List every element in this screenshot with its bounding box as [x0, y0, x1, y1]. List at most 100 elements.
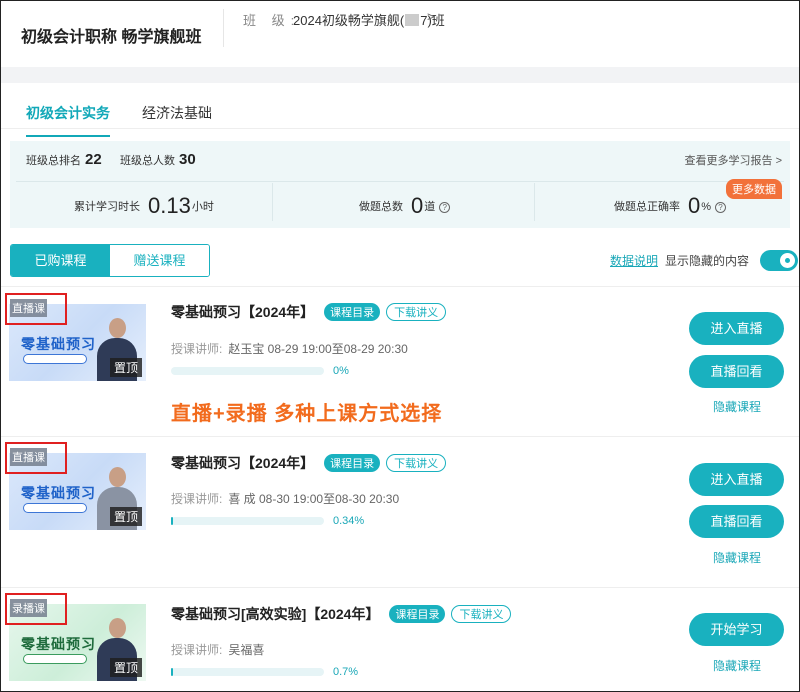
teacher-name: 赵玉宝 08-29 19:00至08-29 20:30	[228, 342, 408, 356]
help-icon[interactable]: ?	[715, 202, 727, 213]
course-title: 零基础预习[高效实验]【2024年】 课程目录 下载讲义	[171, 604, 512, 624]
tab-purchased-courses[interactable]: 已购课程	[11, 245, 110, 276]
study-time-unit: 小时	[191, 201, 214, 213]
progress-bar	[171, 517, 324, 525]
section-gap	[1, 67, 799, 83]
class-total: 班级总人数 30	[120, 151, 196, 168]
hide-course-link[interactable]: 隐藏课程	[713, 549, 761, 566]
header-divider	[223, 9, 224, 47]
class-total-value: 30	[179, 151, 196, 168]
promo-text: 直播+录播 多种上课方式选择	[171, 403, 443, 425]
live-replay-button[interactable]: 直播回看	[689, 505, 784, 538]
tab-accounting-practice[interactable]: 初级会计实务	[26, 103, 110, 137]
course-catalog-button[interactable]: 课程目录	[324, 303, 381, 321]
course-teacher: 授课讲师: 吴福喜	[171, 641, 264, 658]
pin-label: 置顶	[109, 507, 142, 526]
progress-bar	[171, 668, 324, 676]
progress-text: 0.34%	[333, 515, 365, 527]
course-title: 零基础预习【2024年】 课程目录 下载讲义	[171, 302, 447, 322]
teacher-name: 吴福喜	[228, 643, 265, 657]
course-type-badge: 录播课	[10, 599, 47, 617]
redacted-block	[405, 14, 420, 26]
class-selector[interactable]: 2024初级畅学旗舰(7)班	[293, 10, 445, 29]
download-handout-button[interactable]: 下载讲义	[386, 454, 447, 472]
subject-tabs: 初级会计实务 经济法基础	[1, 83, 799, 137]
class-value-prefix: 2024初级畅学旗舰(	[293, 13, 405, 28]
question-count-label: 做题总数	[359, 201, 403, 213]
start-learning-button[interactable]: 开始学习	[689, 613, 784, 646]
course-type-highlight: 直播课	[5, 442, 67, 474]
stats-column-divider	[272, 183, 273, 221]
course-teacher: 授课讲师: 赵玉宝 08-29 19:00至08-29 20:30	[171, 340, 408, 357]
accuracy-unit: %	[701, 201, 712, 213]
class-rank: 班级总排名 22	[26, 151, 102, 168]
thumbnail-title: 零基础预习	[21, 636, 96, 652]
divider	[1, 587, 799, 588]
show-hidden-toggle[interactable]	[760, 250, 798, 271]
course-type-badge: 直播课	[10, 448, 47, 466]
thumbnail-title: 零基础预习	[21, 336, 96, 352]
class-rank-value: 22	[85, 151, 102, 168]
course-type-badge: 直播课	[10, 299, 47, 317]
accuracy: 做题总正确率 0%?	[614, 193, 727, 219]
class-total-label: 班级总人数	[120, 155, 175, 167]
thumbnail-title: 零基础预习	[21, 485, 96, 501]
accuracy-label: 做题总正确率	[614, 201, 680, 213]
course-catalog-button[interactable]: 课程目录	[389, 605, 446, 623]
live-replay-button[interactable]: 直播回看	[689, 355, 784, 388]
progress-fill	[171, 668, 173, 676]
class-rank-label: 班级总排名	[26, 155, 81, 167]
study-time-label: 累计学习时长	[74, 201, 140, 213]
progress-fill	[171, 517, 173, 525]
page-header: 初级会计职称 畅学旗舰班 班 级: 2024初级畅学旗舰(7)班 >	[1, 1, 799, 67]
course-type-highlight: 直播课	[5, 293, 67, 325]
study-time-value: 0.13	[148, 193, 191, 218]
toggle-knob	[780, 253, 795, 268]
teacher-label: 授课讲师:	[171, 643, 223, 657]
help-icon[interactable]: ?	[439, 202, 451, 213]
question-count-value: 0	[411, 193, 424, 218]
thumbnail-pill	[23, 354, 87, 364]
class-label: 班 级:	[243, 13, 301, 28]
stats-panel: 班级总排名 22 班级总人数 30 查看更多学习报告 > 累计学习时长 0.13小时 …	[10, 141, 790, 228]
course-title-text: 零基础预习【2024年】	[171, 304, 315, 320]
course-tabs: 已购课程 赠送课程	[10, 244, 210, 277]
thumbnail-pill	[23, 503, 87, 513]
divider	[1, 286, 799, 287]
more-data-button[interactable]: 更多数据	[726, 179, 782, 199]
tab-gifted-courses[interactable]: 赠送课程	[110, 245, 209, 276]
progress-text: 0%	[333, 365, 349, 377]
course-title-text: 零基础预习【2024年】	[171, 455, 315, 471]
more-report-link[interactable]: 查看更多学习报告 >	[685, 152, 782, 168]
course-teacher: 授课讲师: 喜 成 08-30 19:00至08-30 20:30	[171, 490, 399, 507]
teacher-label: 授课讲师:	[171, 492, 223, 506]
tab-economic-law[interactable]: 经济法基础	[142, 103, 212, 123]
study-time: 累计学习时长 0.13小时	[74, 193, 214, 219]
stats-column-divider	[534, 183, 535, 221]
hide-course-link[interactable]: 隐藏课程	[713, 657, 761, 674]
enter-live-button[interactable]: 进入直播	[689, 463, 784, 496]
stats-divider	[16, 181, 784, 182]
accuracy-value: 0	[688, 193, 701, 218]
download-handout-button[interactable]: 下载讲义	[451, 605, 512, 623]
chevron-right-icon[interactable]: >	[427, 9, 435, 24]
teacher-name: 喜 成 08-30 19:00至08-30 20:30	[228, 492, 400, 506]
download-handout-button[interactable]: 下载讲义	[386, 303, 447, 321]
pin-label: 置顶	[109, 658, 142, 677]
hide-course-link[interactable]: 隐藏课程	[713, 398, 761, 415]
page-title: 初级会计职称 畅学旗舰班	[21, 29, 202, 46]
enter-live-button[interactable]: 进入直播	[689, 312, 784, 345]
question-count-unit: 道	[424, 201, 436, 213]
teacher-label: 授课讲师:	[171, 342, 223, 356]
course-title-text: 零基础预习[高效实验]【2024年】	[171, 606, 380, 622]
course-catalog-button[interactable]: 课程目录	[324, 454, 381, 472]
thumbnail-pill	[23, 654, 87, 664]
data-explain-link[interactable]: 数据说明	[610, 252, 658, 269]
course-type-highlight: 录播课	[5, 593, 67, 625]
question-count: 做题总数 0道?	[359, 193, 451, 219]
divider	[1, 436, 799, 437]
course-title: 零基础预习【2024年】 课程目录 下载讲义	[171, 453, 447, 473]
progress-bar	[171, 367, 324, 375]
show-hidden-label: 显示隐藏的内容	[665, 254, 750, 268]
progress-text: 0.7%	[333, 666, 359, 678]
